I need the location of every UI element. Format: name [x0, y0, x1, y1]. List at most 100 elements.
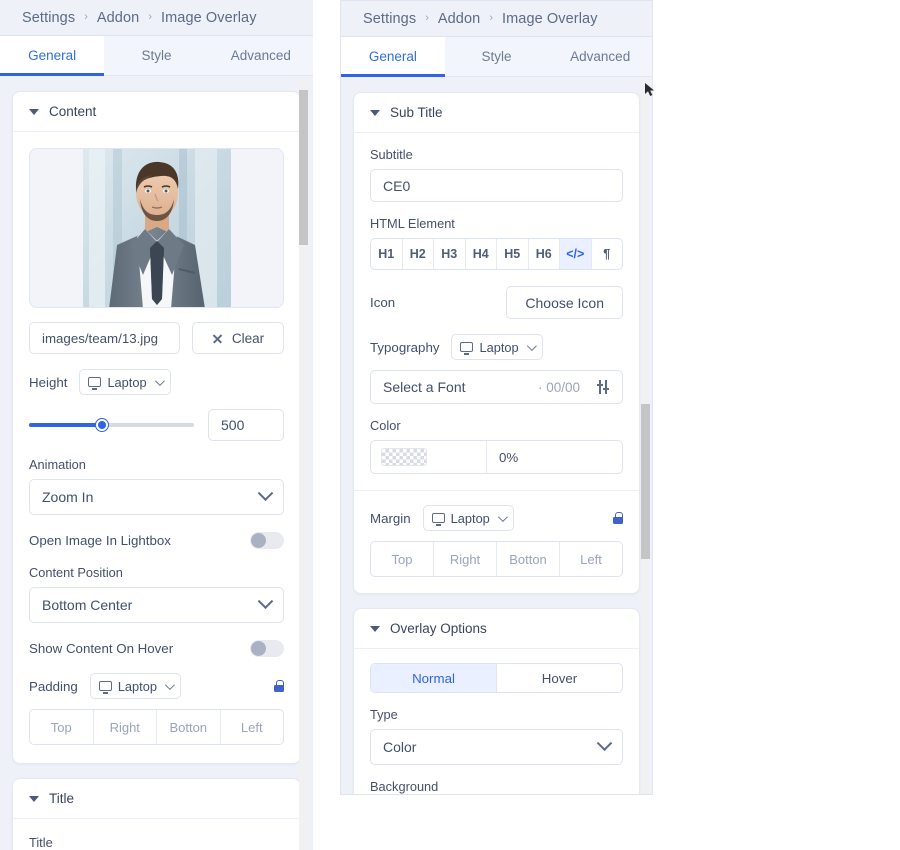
overlay-options-header[interactable]: Overlay Options: [354, 609, 639, 649]
chevron-right-icon: ›: [148, 11, 152, 23]
breadcrumb-item-image-overlay[interactable]: Image Overlay: [502, 11, 598, 27]
clear-image-button[interactable]: Clear: [192, 322, 284, 354]
chevron-right-icon: ›: [84, 11, 88, 23]
image-thumbnail: [82, 149, 231, 307]
padding-device-selector[interactable]: Laptop: [89, 673, 181, 699]
subtitle-section-header[interactable]: Sub Title: [354, 93, 639, 133]
left-scroll-area[interactable]: Content images/team/13.jpg Clear Height …: [0, 77, 313, 850]
html-element-label: HTML Element: [370, 216, 455, 231]
overlay-type-value: Color: [383, 739, 417, 755]
html-element-paragraph-icon[interactable]: ¶: [592, 239, 623, 269]
transparent-swatch-icon: [381, 448, 427, 466]
chevron-down-icon: [526, 340, 537, 351]
left-settings-panel: Settings › Addon › Image Overlay General…: [0, 0, 313, 850]
height-value-input[interactable]: 500: [208, 409, 284, 441]
overlay-background-label: Background: [370, 779, 439, 794]
choose-icon-button[interactable]: Choose Icon: [506, 286, 623, 319]
animation-value: Zoom In: [42, 489, 94, 505]
chevron-right-icon: ›: [489, 12, 493, 24]
show-on-hover-toggle[interactable]: [250, 640, 284, 657]
padding-label: Padding: [29, 678, 78, 694]
html-element-h6[interactable]: H6: [529, 239, 560, 269]
html-element-button-group: H1 H2 H3 H4 H5 H6 </> ¶: [370, 238, 623, 270]
right-scroll-area[interactable]: Sub Title Subtitle CE0 HTML Element H1 H…: [341, 78, 652, 794]
animation-label: Animation: [29, 457, 86, 472]
typography-device-selector[interactable]: Laptop: [451, 334, 543, 360]
overlay-state-hover[interactable]: Hover: [497, 664, 622, 692]
padding-left-input[interactable]: Left: [221, 710, 284, 744]
content-section-title: Content: [49, 104, 97, 119]
subtitle-input[interactable]: CE0: [370, 169, 623, 202]
content-position-select[interactable]: Bottom Center: [29, 587, 284, 623]
right-scrollbar-track[interactable]: [641, 79, 650, 794]
margin-right-input[interactable]: Right: [434, 542, 497, 576]
html-element-h1[interactable]: H1: [371, 239, 403, 269]
padding-top-input[interactable]: Top: [30, 710, 94, 744]
html-element-h4[interactable]: H4: [466, 239, 497, 269]
breadcrumb-item-image-overlay[interactable]: Image Overlay: [161, 10, 257, 26]
image-preview[interactable]: [29, 148, 284, 308]
left-scrollbar-thumb[interactable]: [299, 90, 308, 245]
height-device-selector[interactable]: Laptop: [79, 369, 171, 395]
subtitle-color-opacity[interactable]: 0%: [487, 441, 622, 473]
margin-device-selector[interactable]: Laptop: [422, 505, 514, 531]
content-position-value: Bottom Center: [42, 597, 133, 613]
caret-down-icon: [370, 109, 380, 116]
margin-top-input[interactable]: Top: [371, 542, 434, 576]
tab-style[interactable]: Style: [104, 36, 208, 75]
image-path-input[interactable]: images/team/13.jpg: [29, 322, 180, 354]
margin-left-input[interactable]: Left: [560, 542, 622, 576]
breadcrumb: Settings › Addon › Image Overlay: [0, 0, 313, 36]
overlay-type-select[interactable]: Color: [370, 729, 623, 765]
right-scrollbar-thumb[interactable]: [641, 404, 650, 559]
html-element-h2[interactable]: H2: [403, 239, 434, 269]
height-slider-thumb[interactable]: [95, 419, 108, 431]
subtitle-label: Subtitle: [370, 147, 413, 162]
chevron-down-icon: [257, 592, 274, 609]
font-selector[interactable]: Select a Font · 00/00: [370, 370, 623, 404]
content-section-card: Content images/team/13.jpg Clear Height …: [12, 91, 301, 764]
right-settings-panel: Settings › Addon › Image Overlay General…: [340, 0, 653, 795]
content-section-header[interactable]: Content: [13, 92, 300, 132]
font-placeholder: Select a Font: [383, 379, 466, 395]
tab-general[interactable]: General: [341, 37, 445, 77]
tab-general[interactable]: General: [0, 36, 105, 76]
overlay-state-normal[interactable]: Normal: [371, 664, 497, 692]
subtitle-color-picker: 0%: [370, 440, 623, 474]
lightbox-toggle[interactable]: [250, 532, 284, 549]
breadcrumb-item-settings[interactable]: Settings: [363, 11, 416, 27]
chevron-right-icon: ›: [425, 12, 429, 24]
padding-right-input[interactable]: Right: [94, 710, 157, 744]
clear-image-label: Clear: [231, 330, 265, 346]
html-element-h5[interactable]: H5: [497, 239, 529, 269]
chevron-down-icon: [164, 679, 175, 690]
html-element-code-icon[interactable]: </>: [560, 239, 592, 269]
height-slider[interactable]: [29, 419, 194, 431]
typography-device-label: Laptop: [479, 339, 519, 355]
caret-down-icon: [29, 795, 39, 802]
title-field-label: Title: [29, 835, 53, 850]
subtitle-color-swatch[interactable]: [371, 441, 487, 473]
breadcrumb-item-addon[interactable]: Addon: [97, 10, 139, 26]
breadcrumb-item-addon[interactable]: Addon: [438, 11, 480, 27]
html-element-h3[interactable]: H3: [434, 239, 466, 269]
tab-style[interactable]: Style: [445, 37, 549, 76]
tab-advanced[interactable]: Advanced: [548, 37, 652, 76]
subtitle-section-card: Sub Title Subtitle CE0 HTML Element H1 H…: [353, 92, 640, 594]
padding-bottom-input[interactable]: Botton: [157, 710, 221, 744]
margin-bottom-input[interactable]: Botton: [497, 542, 560, 576]
chevron-down-icon: [154, 375, 165, 386]
laptop-icon: [460, 342, 474, 355]
margin-inputs: Top Right Botton Left: [370, 541, 623, 577]
animation-select[interactable]: Zoom In: [29, 479, 284, 515]
icon-label: Icon: [370, 295, 396, 310]
margin-link-lock-icon[interactable]: [613, 512, 623, 524]
tab-advanced[interactable]: Advanced: [209, 36, 313, 75]
laptop-icon: [98, 681, 112, 694]
typography-settings-icon[interactable]: [596, 380, 610, 394]
padding-link-lock-icon[interactable]: [274, 680, 284, 692]
left-scrollbar-track[interactable]: [299, 78, 308, 850]
height-device-label: Laptop: [107, 374, 147, 390]
breadcrumb-item-settings[interactable]: Settings: [22, 10, 75, 26]
title-section-header[interactable]: Title: [13, 779, 300, 819]
